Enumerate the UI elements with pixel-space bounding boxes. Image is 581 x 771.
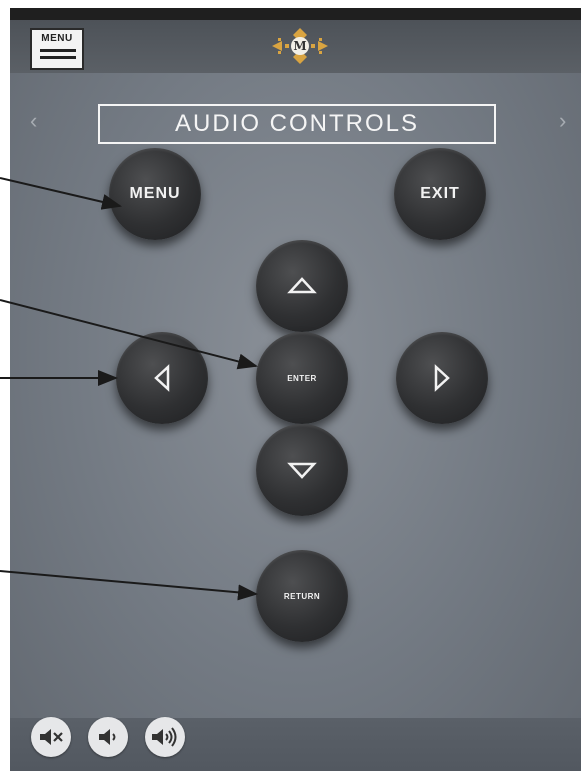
left-button[interactable] [116,332,208,424]
menu-button[interactable]: MENU [109,148,201,240]
volume-down-button[interactable] [88,717,128,757]
down-button[interactable] [256,424,348,516]
remote-app: MENU M ‹ › AUDIO CONTROLS MENU EXIT ENTE… [10,8,581,771]
enter-button-label: ENTER [287,373,317,383]
up-button[interactable] [256,240,348,332]
menu-button-label: MENU [129,185,181,202]
mute-button[interactable] [31,717,71,757]
hamburger-icon [40,49,76,63]
top-bar: MENU M [10,8,581,73]
brand-logo-icon: M [272,28,328,64]
volume-down-icon [99,729,116,745]
right-button[interactable] [396,332,488,424]
volume-up-icon [152,727,177,747]
return-button[interactable]: RETURN [256,550,348,642]
status-strip [10,8,581,20]
next-page-chevron-icon[interactable]: › [559,108,566,134]
prev-page-chevron-icon[interactable]: ‹ [30,108,37,134]
triangle-left-icon [154,364,170,392]
volume-mute-icon [40,729,63,745]
triangle-down-icon [287,462,317,479]
enter-button[interactable]: ENTER [256,332,348,424]
volume-up-button[interactable] [145,717,185,757]
return-button-label: RETURN [283,591,321,601]
triangle-right-icon [434,364,450,392]
page-title: AUDIO CONTROLS [98,104,496,144]
menu-label: MENU [41,33,73,44]
hamburger-menu-button[interactable]: MENU [30,28,84,70]
svg-text:M: M [293,39,306,53]
triangle-up-icon [287,277,317,294]
exit-button-label: EXIT [420,185,460,202]
exit-button[interactable]: EXIT [394,148,486,240]
